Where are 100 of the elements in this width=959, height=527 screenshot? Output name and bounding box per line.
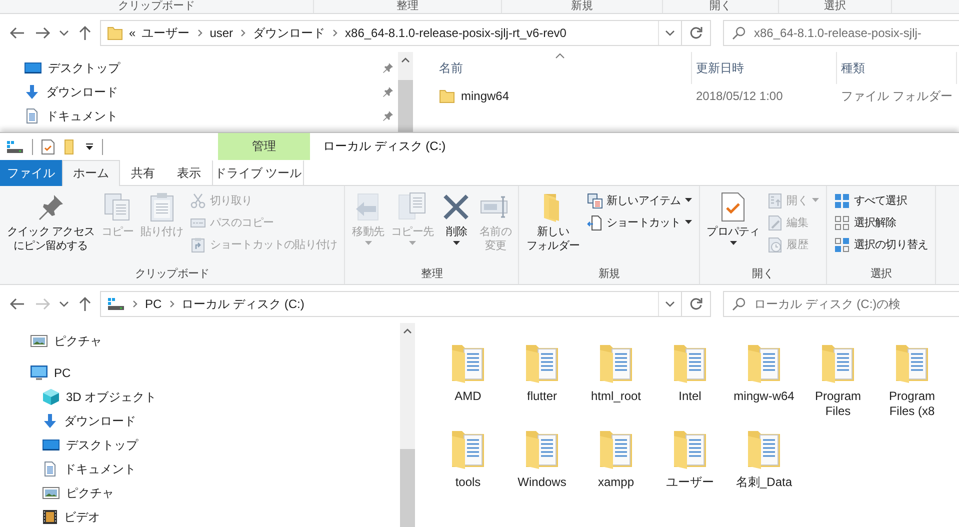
chevron-right-icon — [131, 299, 139, 309]
scrollbar-thumb[interactable] — [400, 449, 415, 527]
folder-icon — [439, 89, 455, 103]
file-name-cell[interactable]: mingw64 — [435, 89, 692, 103]
ribbon-button[interactable]: 新しい フォルダー — [523, 190, 582, 254]
ribbon-tab[interactable]: ファイル — [0, 160, 62, 186]
column-header[interactable]: 名前 — [435, 52, 692, 84]
nav-item[interactable]: ピクチャ — [30, 329, 400, 353]
ribbon-group-label: 開く — [751, 267, 774, 282]
ribbon-group-label: 選択 — [869, 267, 893, 282]
column-header[interactable]: 種類 — [837, 52, 957, 84]
nav-item[interactable]: デスクトップ — [42, 433, 400, 457]
type-cell-text: ファイル フォルダー — [840, 88, 954, 104]
folder-name[interactable]: html_root — [590, 389, 642, 404]
document-icon — [24, 108, 40, 124]
select-none-icon — [834, 214, 850, 230]
ribbon-group-label: 整理 — [420, 267, 444, 282]
screen-icon — [24, 61, 42, 75]
refresh-icon — [689, 26, 703, 40]
breadcrumb[interactable]: x86_64-8.1.0-release-posix-sjlj-rt_v6-rev0 — [345, 26, 566, 40]
customize-caret-icon[interactable] — [85, 142, 94, 150]
recent-locations-icon[interactable] — [58, 299, 70, 309]
search-field[interactable]: x86_64-8.1.0-release-posix-sjlj- — [723, 20, 959, 46]
folder-name[interactable]: tools — [455, 475, 481, 490]
invert-selection-icon — [834, 236, 850, 252]
folder-name[interactable]: flutter — [526, 389, 557, 404]
dropdown-chevron-icon[interactable] — [664, 28, 676, 38]
drive-icon — [107, 297, 125, 311]
scrollbar-thumb[interactable] — [398, 80, 413, 132]
ribbon-button[interactable]: クイック アクセス にピン留めする — [4, 190, 98, 254]
address-bar[interactable]: PC ローカル ディスク (C:) — [100, 291, 682, 317]
back-arrow-icon — [9, 297, 25, 311]
folder-icon — [107, 26, 123, 40]
address-bar[interactable]: « ユーザー user ダウンロード x86_64-8.1.0-release-posix-sjlj-rt_v6-rev0 — [100, 20, 682, 46]
folder-name[interactable]: AMD — [454, 389, 482, 404]
ribbon-button[interactable]: 選択解除 — [830, 212, 932, 233]
folder-name[interactable]: ユーザー — [666, 475, 714, 490]
scrollbar[interactable] — [398, 52, 413, 132]
ribbon-group-label: クリップボード — [134, 266, 210, 282]
column-header[interactable]: 更新日時 — [692, 52, 837, 84]
nav-item[interactable]: デスクトップ — [24, 56, 398, 80]
open-icon — [766, 192, 783, 208]
nav-item[interactable]: ビデオ — [42, 505, 400, 527]
ribbon-button[interactable]: 選択の切り替え — [830, 234, 932, 255]
pin-icon[interactable] — [382, 86, 394, 98]
nav-item[interactable]: ダウンロード — [24, 80, 398, 104]
context-tab-header: 管理 — [218, 133, 310, 160]
document-icon — [42, 461, 58, 477]
breadcrumb[interactable]: ダウンロード — [253, 24, 326, 42]
shortcut-paste-icon — [190, 236, 206, 252]
ribbon-tab[interactable]: ホーム — [62, 160, 120, 186]
cube-icon — [42, 388, 60, 406]
overflow-marker[interactable]: « — [129, 26, 136, 40]
picture-icon — [30, 334, 48, 348]
nav-item[interactable]: ドキュメント — [24, 104, 398, 128]
ribbon-button[interactable]: 削除 — [437, 190, 476, 247]
down-arrow-icon — [42, 413, 58, 429]
ribbon-button[interactable]: 新しいアイテム — [584, 190, 695, 211]
breadcrumb[interactable]: user — [210, 26, 234, 40]
ribbon-tab[interactable]: 表示 — [166, 160, 212, 186]
clock-document-icon — [766, 236, 783, 252]
nav-item[interactable]: 3D オブジェクト — [42, 385, 400, 409]
nav-item[interactable]: PC — [30, 361, 400, 385]
ribbon-button[interactable]: ショートカット — [584, 212, 695, 233]
monitor-icon — [30, 365, 48, 381]
folder-name[interactable]: Intel — [678, 389, 702, 404]
window-title: ローカル ディスク (C:) — [322, 138, 446, 155]
search-icon — [732, 26, 746, 40]
nav-item[interactable]: ドキュメント — [42, 457, 400, 481]
chevron-right-icon — [239, 28, 248, 38]
screen-icon — [42, 438, 60, 452]
down-arrow-icon — [24, 84, 40, 100]
film-icon — [42, 509, 58, 525]
folder-name[interactable]: mingw-w64 — [734, 389, 794, 404]
folder-name[interactable]: Program Files (x8 — [877, 389, 947, 419]
ribbon-group-label: クリップボード — [0, 0, 314, 13]
nav-item[interactable]: ダウンロード — [42, 409, 400, 433]
checked-document-icon[interactable] — [41, 138, 55, 154]
breadcrumb[interactable]: PC — [145, 297, 162, 311]
folder-name[interactable]: Program Files — [803, 389, 873, 419]
pin-icon[interactable] — [382, 110, 394, 122]
ribbon-tab[interactable]: 共有 — [120, 160, 166, 186]
nav-item[interactable]: ピクチャ — [42, 481, 400, 505]
folder-name[interactable]: 名刺_Data — [736, 475, 792, 490]
sort-caret-icon — [555, 53, 566, 59]
select-all-icon — [834, 192, 850, 208]
scrollbar[interactable] — [400, 323, 415, 527]
recent-locations-icon[interactable] — [58, 28, 70, 38]
search-field[interactable]: ローカル ディスク (C:)の検 — [723, 291, 959, 317]
pin-icon[interactable] — [382, 62, 394, 74]
ribbon-button[interactable]: すべて選択 — [830, 190, 932, 211]
refresh-button[interactable] — [681, 291, 711, 317]
refresh-button[interactable] — [681, 20, 711, 46]
ribbon-button[interactable]: プロパティ — [704, 190, 763, 247]
dropdown-chevron-icon[interactable] — [664, 299, 676, 309]
ribbon-group-label: 開く — [663, 0, 779, 13]
folder-name[interactable]: xampp — [598, 475, 634, 490]
folder-name[interactable]: Windows — [518, 475, 566, 490]
breadcrumb[interactable]: ユーザー — [142, 24, 190, 42]
breadcrumb[interactable]: ローカル ディスク (C:) — [182, 296, 304, 312]
